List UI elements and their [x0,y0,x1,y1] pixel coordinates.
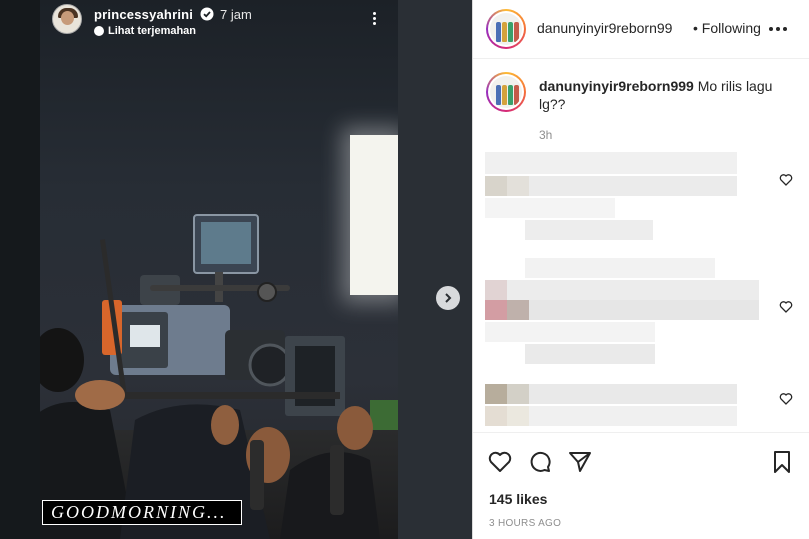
story-frame: princessyahrini 7 jam Lihat terjemahan G… [40,0,398,539]
comment-icon[interactable] [527,449,553,475]
story-caption: GOODMORNING... [42,500,242,525]
censored-comment-3 [485,384,745,432]
share-icon[interactable] [567,449,593,475]
follow-status[interactable]: • Following [693,20,761,36]
story-header: princessyahrini 7 jam Lihat terjemahan [52,4,386,40]
chevron-right-icon [445,293,452,303]
verified-badge-icon [200,7,214,21]
censored-comment-1 [485,152,745,244]
translate-icon [94,26,104,36]
comment-username[interactable]: danunyinyir9reborn999 [539,78,694,94]
media-pane: princessyahrini 7 jam Lihat terjemahan G… [0,0,472,539]
post-header: danunyinyir9reborn99 • Following [473,0,809,59]
media-backdrop-left [0,0,40,539]
comment-body: danunyinyir9reborn999 Mo rilis lagu lg?? [539,77,779,113]
translate-label: Lihat terjemahan [108,25,197,37]
like-comment-icon[interactable] [779,173,793,187]
more-horizontal-icon[interactable] [769,27,787,31]
post-actions: 145 likes 3 HOURS AGO [473,432,809,539]
heart-icon[interactable] [487,449,513,475]
next-button[interactable] [436,286,460,310]
like-comment-icon[interactable] [779,392,793,406]
censored-comment-2 [485,258,761,370]
story-time: 7 jam [220,7,252,22]
camera-rig-photo [40,214,380,539]
post-detail-pane: danunyinyir9reborn99 • Following danunyi… [472,0,809,539]
post-timestamp: 3 HOURS AGO [489,518,562,529]
comment-avatar[interactable] [486,72,526,112]
post-author-avatar[interactable] [486,9,526,49]
comment-age: 3h [539,128,553,142]
bookmark-icon[interactable] [769,449,795,475]
story-username[interactable]: princessyahrini [94,7,193,22]
translate-link[interactable]: Lihat terjemahan [94,25,196,37]
comments-list: danunyinyir9reborn999 Mo rilis lagu lg??… [473,60,809,432]
like-comment-icon[interactable] [779,300,793,314]
likes-count[interactable]: 145 likes [489,491,547,507]
post-author-username[interactable]: danunyinyir9reborn99 [537,20,672,36]
story-avatar[interactable] [52,4,82,34]
more-vertical-icon[interactable] [368,10,380,30]
separator-dot: • [693,20,698,36]
media-backdrop-right [398,0,472,539]
following-label: Following [701,20,761,36]
